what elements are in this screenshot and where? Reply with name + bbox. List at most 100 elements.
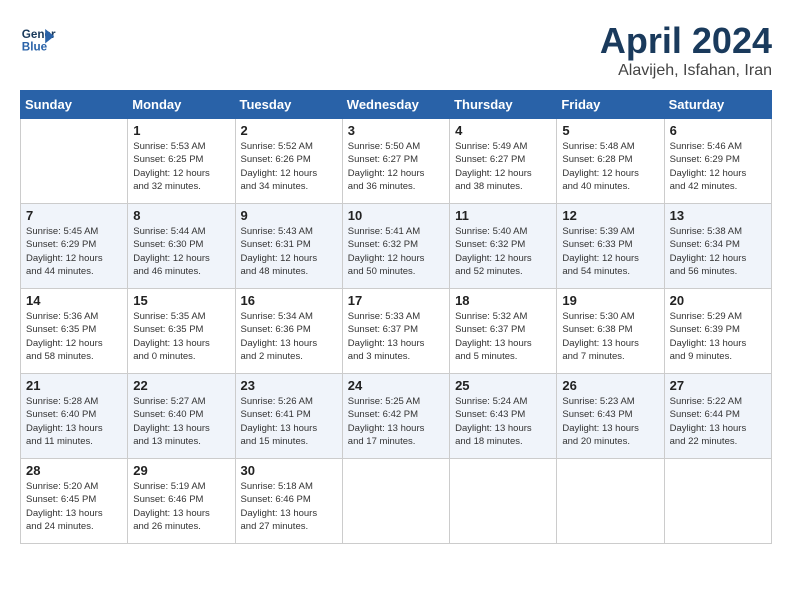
day-info: Sunrise: 5:28 AM Sunset: 6:40 PM Dayligh… <box>26 395 122 448</box>
calendar-cell: 4 Sunrise: 5:49 AM Sunset: 6:27 PM Daylig… <box>450 119 557 204</box>
calendar-cell: 10 Sunrise: 5:41 AM Sunset: 6:32 PM Dayli… <box>342 204 449 289</box>
day-info: Sunrise: 5:50 AM Sunset: 6:27 PM Dayligh… <box>348 140 444 193</box>
day-info: Sunrise: 5:36 AM Sunset: 6:35 PM Dayligh… <box>26 310 122 363</box>
calendar-cell: 14Sunrise: 5:36 AM Sunset: 6:35 PM Dayli… <box>21 289 128 374</box>
day-number: 12 <box>562 208 658 223</box>
day-number: 3 <box>348 123 444 138</box>
calendar-cell: 19Sunrise: 5:30 AM Sunset: 6:38 PM Dayli… <box>557 289 664 374</box>
day-info: Sunrise: 5:53 AM Sunset: 6:25 PM Dayligh… <box>133 140 229 193</box>
calendar-cell: 25Sunrise: 5:24 AM Sunset: 6:43 PM Dayli… <box>450 374 557 459</box>
day-info: Sunrise: 5:52 AM Sunset: 6:26 PM Dayligh… <box>241 140 337 193</box>
day-number: 10 <box>348 208 444 223</box>
header-friday: Friday <box>557 91 664 119</box>
calendar-cell: 11Sunrise: 5:40 AM Sunset: 6:32 PM Dayli… <box>450 204 557 289</box>
day-info: Sunrise: 5:34 AM Sunset: 6:36 PM Dayligh… <box>241 310 337 363</box>
day-number: 13 <box>670 208 766 223</box>
calendar-cell <box>21 119 128 204</box>
svg-text:Blue: Blue <box>22 41 48 54</box>
calendar-cell: 30 Sunrise: 5:18 AM Sunset: 6:46 PM Dayli… <box>235 459 342 544</box>
day-info: Sunrise: 5:38 AM Sunset: 6:34 PM Dayligh… <box>670 225 766 278</box>
day-info: Sunrise: 5:39 AM Sunset: 6:33 PM Dayligh… <box>562 225 658 278</box>
calendar-cell: 28Sunrise: 5:20 AM Sunset: 6:45 PM Dayli… <box>21 459 128 544</box>
day-number: 29 <box>133 463 229 478</box>
day-info: Sunrise: 5:24 AM Sunset: 6:43 PM Dayligh… <box>455 395 551 448</box>
day-number: 27 <box>670 378 766 393</box>
calendar-week-5: 28Sunrise: 5:20 AM Sunset: 6:45 PM Dayli… <box>21 459 772 544</box>
calendar-cell: 7 Sunrise: 5:45 AM Sunset: 6:29 PM Daylig… <box>21 204 128 289</box>
calendar-cell: 8 Sunrise: 5:44 AM Sunset: 6:30 PM Daylig… <box>128 204 235 289</box>
day-number: 5 <box>562 123 658 138</box>
calendar-cell: 12 Sunrise: 5:39 AM Sunset: 6:33 PM Dayli… <box>557 204 664 289</box>
day-info: Sunrise: 5:46 AM Sunset: 6:29 PM Dayligh… <box>670 140 766 193</box>
day-number: 9 <box>241 208 337 223</box>
calendar-cell <box>664 459 771 544</box>
day-info: Sunrise: 5:32 AM Sunset: 6:37 PM Dayligh… <box>455 310 551 363</box>
day-number: 20 <box>670 293 766 308</box>
day-info: Sunrise: 5:19 AM Sunset: 6:46 PM Dayligh… <box>133 480 229 533</box>
calendar-week-4: 21Sunrise: 5:28 AM Sunset: 6:40 PM Dayli… <box>21 374 772 459</box>
day-info: Sunrise: 5:18 AM Sunset: 6:46 PM Dayligh… <box>241 480 337 533</box>
calendar-week-1: 1 Sunrise: 5:53 AM Sunset: 6:25 PM Daylig… <box>21 119 772 204</box>
calendar-cell: 6 Sunrise: 5:46 AM Sunset: 6:29 PM Daylig… <box>664 119 771 204</box>
header-thursday: Thursday <box>450 91 557 119</box>
day-info: Sunrise: 5:35 AM Sunset: 6:35 PM Dayligh… <box>133 310 229 363</box>
day-info: Sunrise: 5:43 AM Sunset: 6:31 PM Dayligh… <box>241 225 337 278</box>
day-info: Sunrise: 5:22 AM Sunset: 6:44 PM Dayligh… <box>670 395 766 448</box>
day-info: Sunrise: 5:23 AM Sunset: 6:43 PM Dayligh… <box>562 395 658 448</box>
page-header: General Blue April 2024 Alavijeh, Isfaha… <box>20 20 772 80</box>
day-info: Sunrise: 5:48 AM Sunset: 6:28 PM Dayligh… <box>562 140 658 193</box>
calendar-cell <box>342 459 449 544</box>
day-number: 4 <box>455 123 551 138</box>
month-year-title: April 2024 <box>600 20 772 62</box>
title-block: April 2024 Alavijeh, Isfahan, Iran <box>600 20 772 80</box>
calendar-cell: 21Sunrise: 5:28 AM Sunset: 6:40 PM Dayli… <box>21 374 128 459</box>
calendar-cell: 16 Sunrise: 5:34 AM Sunset: 6:36 PM Dayli… <box>235 289 342 374</box>
calendar-cell <box>450 459 557 544</box>
day-info: Sunrise: 5:26 AM Sunset: 6:41 PM Dayligh… <box>241 395 337 448</box>
day-number: 26 <box>562 378 658 393</box>
calendar-cell: 24 Sunrise: 5:25 AM Sunset: 6:42 PM Dayli… <box>342 374 449 459</box>
day-info: Sunrise: 5:20 AM Sunset: 6:45 PM Dayligh… <box>26 480 122 533</box>
calendar-cell <box>557 459 664 544</box>
day-info: Sunrise: 5:40 AM Sunset: 6:32 PM Dayligh… <box>455 225 551 278</box>
calendar-cell: 3 Sunrise: 5:50 AM Sunset: 6:27 PM Daylig… <box>342 119 449 204</box>
logo-icon: General Blue <box>20 20 56 56</box>
day-info: Sunrise: 5:25 AM Sunset: 6:42 PM Dayligh… <box>348 395 444 448</box>
day-info: Sunrise: 5:49 AM Sunset: 6:27 PM Dayligh… <box>455 140 551 193</box>
calendar-cell: 13 Sunrise: 5:38 AM Sunset: 6:34 PM Dayli… <box>664 204 771 289</box>
day-number: 7 <box>26 208 122 223</box>
day-number: 30 <box>241 463 337 478</box>
calendar-table: SundayMondayTuesdayWednesdayThursdayFrid… <box>20 90 772 544</box>
day-info: Sunrise: 5:41 AM Sunset: 6:32 PM Dayligh… <box>348 225 444 278</box>
day-number: 6 <box>670 123 766 138</box>
day-number: 24 <box>348 378 444 393</box>
calendar-cell: 20 Sunrise: 5:29 AM Sunset: 6:39 PM Dayli… <box>664 289 771 374</box>
calendar-cell: 9 Sunrise: 5:43 AM Sunset: 6:31 PM Daylig… <box>235 204 342 289</box>
calendar-cell: 2Sunrise: 5:52 AM Sunset: 6:26 PM Daylig… <box>235 119 342 204</box>
calendar-cell: 1 Sunrise: 5:53 AM Sunset: 6:25 PM Daylig… <box>128 119 235 204</box>
day-info: Sunrise: 5:45 AM Sunset: 6:29 PM Dayligh… <box>26 225 122 278</box>
calendar-header-row: SundayMondayTuesdayWednesdayThursdayFrid… <box>21 91 772 119</box>
day-number: 16 <box>241 293 337 308</box>
day-number: 1 <box>133 123 229 138</box>
calendar-cell: 5 Sunrise: 5:48 AM Sunset: 6:28 PM Daylig… <box>557 119 664 204</box>
calendar-week-3: 14Sunrise: 5:36 AM Sunset: 6:35 PM Dayli… <box>21 289 772 374</box>
calendar-cell: 18Sunrise: 5:32 AM Sunset: 6:37 PM Dayli… <box>450 289 557 374</box>
calendar-cell: 23Sunrise: 5:26 AM Sunset: 6:41 PM Dayli… <box>235 374 342 459</box>
calendar-cell: 27 Sunrise: 5:22 AM Sunset: 6:44 PM Dayli… <box>664 374 771 459</box>
header-sunday: Sunday <box>21 91 128 119</box>
day-info: Sunrise: 5:29 AM Sunset: 6:39 PM Dayligh… <box>670 310 766 363</box>
calendar-cell: 29 Sunrise: 5:19 AM Sunset: 6:46 PM Dayli… <box>128 459 235 544</box>
day-number: 15 <box>133 293 229 308</box>
calendar-cell: 15 Sunrise: 5:35 AM Sunset: 6:35 PM Dayli… <box>128 289 235 374</box>
calendar-cell: 17Sunrise: 5:33 AM Sunset: 6:37 PM Dayli… <box>342 289 449 374</box>
header-saturday: Saturday <box>664 91 771 119</box>
day-number: 8 <box>133 208 229 223</box>
day-info: Sunrise: 5:33 AM Sunset: 6:37 PM Dayligh… <box>348 310 444 363</box>
logo: General Blue <box>20 20 60 56</box>
day-info: Sunrise: 5:27 AM Sunset: 6:40 PM Dayligh… <box>133 395 229 448</box>
day-info: Sunrise: 5:44 AM Sunset: 6:30 PM Dayligh… <box>133 225 229 278</box>
day-info: Sunrise: 5:30 AM Sunset: 6:38 PM Dayligh… <box>562 310 658 363</box>
calendar-cell: 26 Sunrise: 5:23 AM Sunset: 6:43 PM Dayli… <box>557 374 664 459</box>
header-wednesday: Wednesday <box>342 91 449 119</box>
